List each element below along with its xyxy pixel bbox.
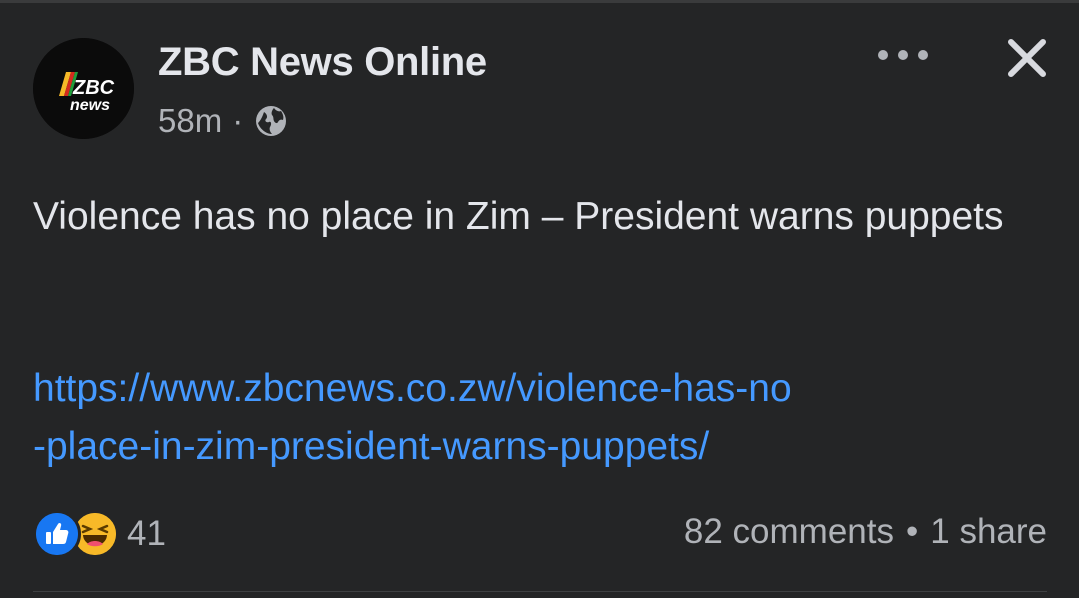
shares-count[interactable]: 1 share (930, 512, 1047, 552)
post-link-line2[interactable]: -place-in-zim-president-warns-puppets/ (33, 418, 1063, 476)
more-dot (878, 50, 888, 60)
comments-count[interactable]: 82 comments (684, 512, 894, 552)
stats-separator: • (905, 512, 919, 551)
svg-text:ZBC: ZBC (72, 77, 115, 99)
post-link[interactable]: https://www.zbcnews.co.zw/violence-has-n… (33, 360, 1063, 476)
more-dot (918, 50, 928, 60)
zbc-logo: ZBC news (33, 38, 134, 139)
engagement-stats: 82 comments • 1 share (684, 512, 1047, 552)
reactions-summary[interactable]: 41 (33, 510, 166, 558)
meta-separator: · (232, 102, 244, 139)
globe-icon[interactable] (255, 105, 287, 137)
more-dot (898, 50, 908, 60)
more-options-icon[interactable] (878, 40, 928, 70)
post-link-line1[interactable]: https://www.zbcnews.co.zw/violence-has-n… (33, 360, 1063, 418)
author-name[interactable]: ZBC News Online (158, 40, 487, 85)
close-icon[interactable] (1005, 36, 1049, 80)
post-meta: 58m · (158, 102, 287, 140)
avatar[interactable]: ZBC news (33, 38, 134, 139)
reaction-count[interactable]: 41 (127, 514, 166, 554)
footer-divider (33, 591, 1047, 592)
svg-text:news: news (70, 97, 110, 114)
post-time[interactable]: 58m (158, 102, 222, 140)
like-icon (33, 510, 81, 558)
top-divider (0, 0, 1079, 3)
post-message: Violence has no place in Zim – President… (33, 195, 1004, 238)
